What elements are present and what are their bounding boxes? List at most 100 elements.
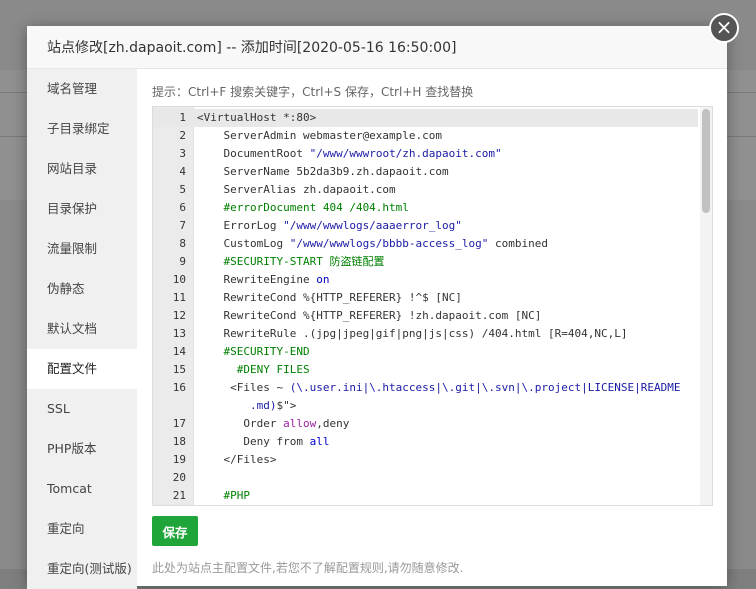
config-warning-text: 此处为站点主配置文件,若您不了解配置规则,请勿随意修改. <box>152 561 464 575</box>
line-number: 15 <box>172 363 186 376</box>
code-token: #SECURITY-START 防盗链配置 <box>197 255 385 268</box>
sidebar-item[interactable]: 默认文档 <box>27 309 137 349</box>
code-text: <VirtualHost *:80> <box>197 109 316 127</box>
code-token: allow <box>283 417 317 430</box>
close-icon[interactable]: × <box>709 13 739 43</box>
line-number: 5 <box>179 183 186 196</box>
code-text: #SECURITY-END <box>197 343 310 361</box>
code-token: RewriteCond %{HTTP_REFERER} !^$ [NC] <box>197 291 462 304</box>
code-token: .md) <box>197 399 277 412</box>
code-text: ServerAdmin webmaster@example.com <box>197 127 442 145</box>
code-line: 20 <box>153 469 698 487</box>
code-text: CustomLog "/www/wwwlogs/bbbb-access_log"… <box>197 235 548 253</box>
code-token: RewriteCond %{HTTP_REFERER} !zh.dapaoit.… <box>197 309 542 322</box>
code-line: 3 DocumentRoot "/www/wwwroot/zh.dapaoit.… <box>153 145 698 163</box>
sidebar-item[interactable]: 重定向 <box>27 509 137 549</box>
line-number: 3 <box>179 147 186 160</box>
code-text: Deny from all <box>197 433 329 451</box>
code-line: 16 <Files ~ (\.user.ini|\.htaccess|\.git… <box>153 379 698 397</box>
code-line: 8 CustomLog "/www/wwwlogs/bbbb-access_lo… <box>153 235 698 253</box>
code-line: 1 <VirtualHost *:80> <box>153 109 698 127</box>
save-button[interactable]: 保存 <box>152 516 198 546</box>
sidebar-item[interactable]: 配置文件 <box>27 349 137 389</box>
line-number: 6 <box>179 201 186 214</box>
code-line: 7 ErrorLog "/www/wwwlogs/aaaerror_log" <box>153 217 698 235</box>
sidebar-item[interactable]: Tomcat <box>27 469 137 509</box>
code-line: 18 Deny from all <box>153 433 698 451</box>
modal-header: 站点修改[zh.dapaoit.com] -- 添加时间[2020-05-16 … <box>27 26 727 69</box>
editor-scrollbar[interactable] <box>700 107 712 505</box>
code-token: on <box>316 273 330 286</box>
code-token: #DENY FILES <box>197 363 310 376</box>
code-token: RewriteRule .(jpg|jpeg|gif|png|js|css) /… <box>197 327 628 340</box>
code-token: ErrorLog <box>197 219 284 232</box>
settings-sidebar: 域名管理 子目录绑定 网站目录 目录保护 流量限制 伪静态 默认文档 配置文件 SSL PHP版本… <box>27 69 137 589</box>
code-token: #errorDocument 404 /404.html <box>197 201 409 214</box>
code-text: RewriteCond %{HTTP_REFERER} !^$ [NC] <box>197 289 462 307</box>
code-token: #SECURITY-END <box>197 345 310 358</box>
sidebar-item[interactable]: 子目录绑定 <box>27 109 137 149</box>
code-line: 2 ServerAdmin webmaster@example.com <box>153 127 698 145</box>
sidebar-item[interactable]: PHP版本 <box>27 429 137 469</box>
line-number: 9 <box>179 255 186 268</box>
code-token: "/www/wwwroot/zh.dapaoit.com" <box>309 147 502 160</box>
line-number: 11 <box>172 291 186 304</box>
code-text: #SECURITY-START 防盗链配置 <box>197 253 384 271</box>
code-text: ErrorLog "/www/wwwlogs/aaaerror_log" <box>197 217 462 235</box>
code-line: .md)$"> <box>153 397 698 415</box>
sidebar-item[interactable]: SSL <box>27 389 137 429</box>
line-number: 13 <box>172 327 186 340</box>
code-text: Order allow,deny <box>197 415 349 433</box>
code-line: 14 #SECURITY-END <box>153 343 698 361</box>
code-line: 5 ServerAlias zh.dapaoit.com <box>153 181 698 199</box>
code-token: ServerAdmin webmaster@example.com <box>197 129 443 142</box>
code-token: $"> <box>276 399 297 412</box>
code-line: 10 RewriteEngine on <box>153 271 698 289</box>
code-line: 13 RewriteRule .(jpg|jpeg|gif|png|js|css… <box>153 325 698 343</box>
code-token: DocumentRoot <box>197 147 310 160</box>
code-line: 21 #PHP <box>153 487 698 505</box>
code-token: ,deny <box>316 417 350 430</box>
line-number: 12 <box>172 309 186 322</box>
line-number: 16 <box>172 381 186 394</box>
code-token: "/www/wwwlogs/aaaerror_log" <box>283 219 462 232</box>
sidebar-item[interactable]: 流量限制 <box>27 229 137 269</box>
code-line: 9 #SECURITY-START 防盗链配置 <box>153 253 698 271</box>
code-token: <Files ~ <box>197 381 290 394</box>
code-editor[interactable]: 1 <VirtualHost *:80> 2 ServerAdmin webmast… <box>152 106 713 506</box>
editor-tip: 提示：Ctrl+F 搜索关键字，Ctrl+S 保存，Ctrl+H 查找替换 <box>152 85 474 99</box>
code-text: RewriteRule .(jpg|jpeg|gif|png|js|css) /… <box>197 325 627 343</box>
code-line: 11 RewriteCond %{HTTP_REFERER} !^$ [NC] <box>153 289 698 307</box>
line-number: 2 <box>179 129 186 142</box>
code-line: 4 ServerName 5b2da3b9.zh.dapaoit.com <box>153 163 698 181</box>
line-number: 20 <box>172 471 186 484</box>
sidebar-item[interactable]: 目录保护 <box>27 189 137 229</box>
code-token: all <box>309 435 330 448</box>
code-line: 6 #errorDocument 404 /404.html <box>153 199 698 217</box>
code-line: 17 Order allow,deny <box>153 415 698 433</box>
sidebar-item[interactable]: 网站目录 <box>27 149 137 189</box>
site-edit-modal: 站点修改[zh.dapaoit.com] -- 添加时间[2020-05-16 … <box>27 26 727 589</box>
config-file-panel: 提示：Ctrl+F 搜索关键字，Ctrl+S 保存，Ctrl+H 查找替换 1 <… <box>152 69 713 589</box>
code-token: Deny from <box>197 435 310 448</box>
scrollbar-thumb[interactable] <box>702 109 710 213</box>
code-token: (\.user.ini|\.htaccess|\.git|\.svn|\.pro… <box>289 381 681 394</box>
code-token: CustomLog <box>197 237 290 250</box>
sidebar-item[interactable]: 伪静态 <box>27 269 137 309</box>
code-text: RewriteEngine on <box>197 271 329 289</box>
code-line: 15 #DENY FILES <box>153 361 698 379</box>
code-token: </Files> <box>197 453 277 466</box>
line-number: 10 <box>172 273 186 286</box>
code-line: 12 RewriteCond %{HTTP_REFERER} !zh.dapao… <box>153 307 698 325</box>
line-number: 7 <box>179 219 186 232</box>
line-number: 4 <box>179 165 186 178</box>
sidebar-item[interactable]: 域名管理 <box>27 69 137 109</box>
sidebar-item[interactable]: 重定向(测试版) <box>27 549 137 589</box>
code-token: combined <box>488 237 549 250</box>
code-text: DocumentRoot "/www/wwwroot/zh.dapaoit.co… <box>197 145 502 163</box>
code-text: #DENY FILES <box>197 361 310 379</box>
line-number: 18 <box>172 435 186 448</box>
code-text: </Files> <box>197 451 276 469</box>
line-number: 14 <box>172 345 186 358</box>
line-number: 17 <box>172 417 186 430</box>
